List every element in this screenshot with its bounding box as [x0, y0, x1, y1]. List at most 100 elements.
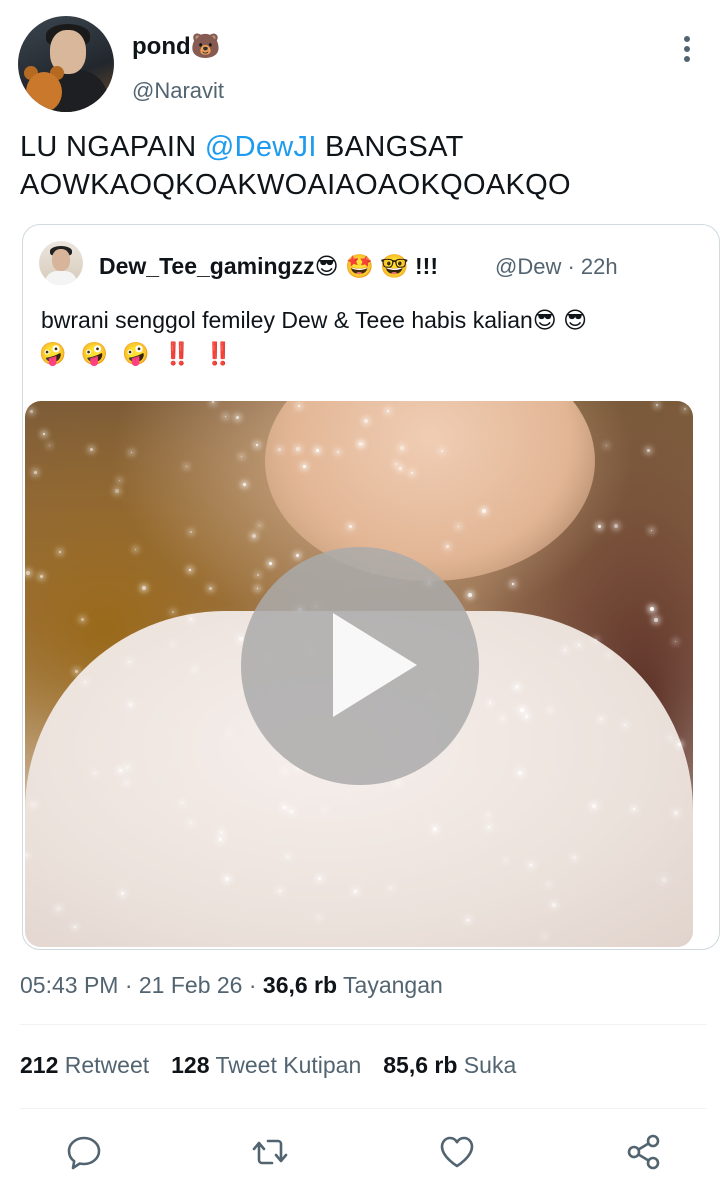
sparkle	[126, 782, 127, 783]
sparkle	[257, 588, 258, 589]
quotes-count[interactable]: 128	[171, 1052, 209, 1078]
sparkle	[241, 456, 242, 457]
sparkle	[209, 587, 212, 590]
sparkle	[598, 525, 601, 528]
retweets-label[interactable]: Retweet	[58, 1052, 149, 1078]
sparkle	[259, 525, 260, 526]
sparkle	[595, 639, 597, 641]
divider	[20, 1108, 707, 1109]
sparkle	[119, 769, 122, 772]
sparkle	[75, 670, 78, 673]
action-bar	[0, 1132, 727, 1176]
sparkle	[220, 831, 223, 834]
sparkle	[647, 449, 650, 452]
share-icon[interactable]	[624, 1132, 664, 1172]
sparkle	[212, 401, 214, 403]
sparkle	[512, 583, 514, 585]
quoted-tweet-emojis: 🤪 🤪 🤪 ‼️ ‼️	[39, 341, 237, 366]
sparkle	[219, 838, 222, 841]
sparkle	[633, 808, 635, 810]
play-icon[interactable]	[241, 547, 479, 785]
sparkle	[172, 644, 173, 645]
sparkle	[298, 405, 300, 407]
sparkle	[489, 702, 491, 704]
sparkle	[30, 410, 33, 413]
likes-label[interactable]: Suka	[457, 1052, 516, 1078]
sparkle	[131, 452, 132, 453]
sparkle	[279, 890, 281, 892]
sparkle	[487, 814, 489, 816]
sparkle	[433, 827, 437, 831]
sparkle	[482, 509, 486, 513]
sparkle	[441, 450, 443, 452]
sparkle	[318, 877, 321, 880]
sparkle	[600, 718, 602, 720]
sparkle	[395, 463, 397, 465]
sparkle	[552, 903, 556, 907]
sparkle	[390, 887, 392, 889]
sparkle	[278, 448, 281, 451]
sparkle	[40, 575, 43, 578]
sparkle	[186, 466, 187, 467]
sparkle	[564, 649, 566, 651]
author-avatar[interactable]	[18, 16, 114, 112]
tweet-time: 05:43 PM · 21 Feb 26 ·	[20, 972, 263, 998]
sparkle	[190, 822, 192, 824]
sparkle	[225, 416, 226, 417]
sparkle	[239, 637, 243, 641]
sparkle	[446, 545, 449, 548]
sparkle	[181, 802, 183, 804]
sparkle	[548, 884, 549, 885]
video-thumbnail[interactable]	[25, 401, 693, 947]
sparkle	[243, 483, 246, 486]
sparkle	[90, 448, 93, 451]
sparkle	[81, 618, 84, 621]
sparkle	[43, 433, 45, 435]
sparkle	[190, 618, 192, 620]
quoted-author-avatar[interactable]	[39, 241, 83, 285]
retweet-icon[interactable]	[250, 1132, 290, 1172]
author-handle[interactable]: @Naravit	[132, 78, 224, 104]
sparkle	[34, 471, 37, 474]
mention-link[interactable]: @DewJI	[205, 131, 317, 163]
sparkle	[26, 571, 30, 575]
sparkle	[614, 524, 618, 528]
sparkle	[121, 892, 124, 895]
sparkle	[135, 549, 136, 550]
sparkle	[592, 804, 596, 808]
sparkle	[252, 534, 256, 538]
sparkle	[129, 703, 132, 706]
sparkle	[399, 467, 402, 470]
sparkle	[354, 890, 357, 893]
sparkle	[573, 856, 576, 859]
more-vertical-icon[interactable]	[674, 34, 700, 64]
sparkle	[515, 685, 519, 689]
sparkle	[387, 410, 389, 412]
sparkle	[290, 810, 293, 813]
sparkle	[518, 771, 522, 775]
heart-icon[interactable]	[437, 1132, 477, 1172]
sparkle	[674, 811, 678, 815]
sparkle	[467, 919, 469, 921]
author-name[interactable]: pond🐻	[132, 32, 221, 61]
sparkle	[678, 743, 681, 746]
reply-icon[interactable]	[64, 1132, 104, 1172]
quoted-tweet[interactable]: Dew_Tee_gamingzz😎 🤩 🤓 !!! @Dew · 22h bwr…	[22, 224, 720, 950]
retweets-count[interactable]: 212	[20, 1052, 58, 1078]
likes-count[interactable]: 85,6 rb	[383, 1052, 457, 1078]
sparkle	[361, 443, 363, 445]
views-count: 36,6 rb	[262, 972, 338, 998]
sparkle	[297, 768, 298, 769]
sparkle	[296, 447, 300, 451]
sparkle	[411, 472, 413, 474]
sparkle	[468, 593, 472, 597]
sparkle	[324, 809, 325, 810]
video-face	[265, 401, 595, 581]
sparkle	[364, 419, 368, 423]
quotes-label[interactable]: Tweet Kutipan	[210, 1052, 361, 1078]
sparkle	[283, 806, 286, 809]
quoted-author-meta: @Dew · 22h	[495, 254, 618, 279]
sparkle	[670, 737, 671, 738]
sparkle	[316, 449, 319, 452]
sparkle	[303, 465, 306, 468]
